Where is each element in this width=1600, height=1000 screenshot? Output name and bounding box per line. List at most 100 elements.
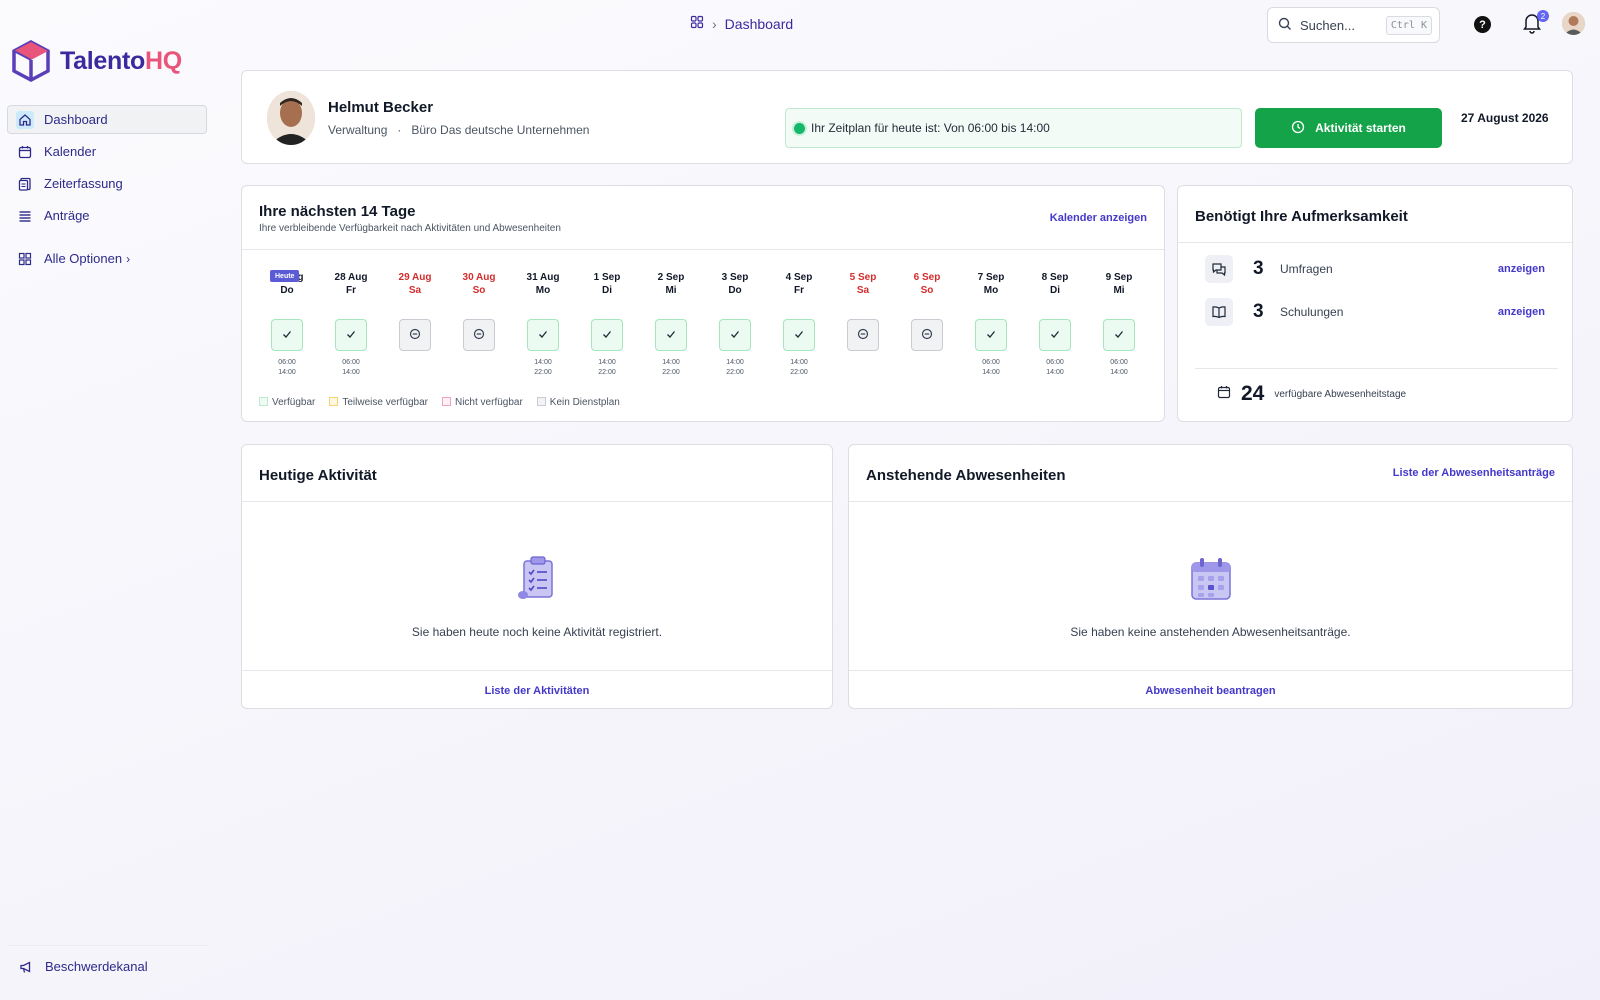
next-14-days-card: Ihre nächsten 14 Tage Ihre verbleibende … [241,185,1165,422]
day-weekday: Sa [856,285,870,296]
breadcrumb-current[interactable]: Dashboard [725,16,794,32]
shift-start: 14:00 [790,359,808,366]
sidebar-item-label: Kalender [44,144,97,159]
day-weekday: Mo [535,285,551,296]
sidebar: TalentoHQ Dashboard Kalender Zeiterfassu… [0,0,212,1000]
day-available-box[interactable] [975,319,1007,351]
day-available-box[interactable] [335,319,367,351]
day-no-roster-box[interactable] [847,319,879,351]
sidebar-item-dashboard[interactable]: Dashboard [7,105,207,134]
day-available-box[interactable] [783,319,815,351]
shift-start: 06:00 [1046,359,1064,366]
minus-circle-icon [473,328,485,343]
start-activity-button[interactable]: Aktivität starten [1255,108,1442,148]
day-shift-times: 06:00 14:00 [1027,358,1083,378]
day-shift-times: 14:00 22:00 [707,358,763,378]
help-icon[interactable]: ? [1474,16,1491,33]
status-dot-icon [794,122,805,134]
sidebar-item-zeiterfassung[interactable]: Zeiterfassung [7,169,207,198]
trainings-show-link[interactable]: anzeigen [1498,306,1545,318]
sidebar-nav: Dashboard Kalender Zeiterfassung Anträge [7,105,207,276]
surveys-show-link[interactable]: anzeigen [1498,263,1545,275]
shift-start: 06:00 [1110,359,1128,366]
day-available-box[interactable] [1103,319,1135,351]
profile-name: Helmut Becker [328,99,434,116]
surveys-label: Umfragen [1280,262,1333,276]
search-input[interactable]: Suchen... Ctrl K [1267,7,1440,43]
megaphone-icon [17,958,35,976]
meta-separator: · [397,123,402,137]
sidebar-item-antraege[interactable]: Anträge [7,201,207,230]
check-icon [537,328,549,343]
activity-list-link[interactable]: Liste der Aktivitäten [242,670,832,710]
home-icon [16,110,34,129]
legend-swatch-no-roster [536,397,546,406]
day-shift-times: 14:00 22:00 [579,358,635,378]
divider [1195,368,1558,369]
day-column: 28 Aug Fr [323,271,379,297]
today-badge: Heute [270,270,300,282]
upcoming-absences-card: Anstehende Abwesenheiten Liste der Abwes… [848,444,1573,709]
check-icon [1049,328,1061,343]
day-weekday: Mo [983,285,999,296]
day-column: 3 Sep Do [707,271,763,297]
legend-swatch-available [259,397,268,406]
minus-circle-icon [921,328,933,343]
day-shift-times: 14:00 22:00 [643,358,699,378]
empty-absences-text: Sie haben keine anstehenden Abwesenheits… [1070,625,1351,639]
sidebar-item-label: Zeiterfassung [44,176,123,191]
shift-start: 14:00 [726,359,744,366]
profile-card: Helmut Becker Verwaltung · Büro Das deut… [241,70,1573,164]
absence-requests-list-link[interactable]: Liste der Abwesenheitsanträge [1393,467,1555,479]
show-calendar-link[interactable]: Kalender anzeigen [1050,212,1147,224]
day-available-box[interactable] [719,319,751,351]
day-no-roster-box[interactable] [911,319,943,351]
list-icon [16,207,34,225]
day-column: 30 Aug So [451,271,507,297]
day-date: 9 Sep [1105,272,1133,283]
day-available-box[interactable] [655,319,687,351]
user-avatar[interactable] [1562,12,1585,35]
check-icon [1113,328,1125,343]
grid-icon [16,250,34,268]
day-no-roster-box[interactable] [463,319,495,351]
absence-days-label: verfügbare Abwesenheitstage [1274,388,1407,400]
shift-end: 22:00 [598,369,616,376]
day-date: 1 Sep [593,272,621,283]
shift-end: 22:00 [790,369,808,376]
availability-legend: Verfügbar Teilweise verfügbar Nicht verf… [259,397,620,408]
card-title: Benötigt Ihre Aufmerksamkeit [1195,208,1408,225]
day-weekday: Mi [665,285,677,296]
empty-activity-text: Sie haben heute noch keine Aktivität reg… [411,625,663,639]
surveys-row: 3 Umfragen anzeigen [1205,255,1545,283]
profile-avatar [267,91,315,145]
day-available-box[interactable] [527,319,559,351]
apps-grid-icon[interactable] [690,15,704,32]
search-shortcut: Ctrl K [1385,15,1432,35]
brand-logo[interactable]: TalentoHQ [12,40,182,82]
day-date: 5 Sep [849,272,877,283]
day-available-box[interactable] [1039,319,1071,351]
topbar: › Dashboard Suchen... Ctrl K ? 2 [212,0,1600,50]
day-weekday: So [920,285,934,296]
card-title: Ihre nächsten 14 Tage [259,203,416,220]
schedule-text: Ihr Zeitplan für heute ist: Von 06:00 bi… [811,121,1050,135]
shift-end: 14:00 [278,369,296,376]
profile-office: Büro Das deutsche Unternehmen [411,123,590,137]
shift-start: 14:00 [662,359,680,366]
today-date: 27 August 2026 [1461,111,1549,125]
sidebar-item-beschwerdekanal[interactable]: Beschwerdekanal [8,952,208,981]
chevron-right-icon: › [126,251,131,266]
check-icon [601,328,613,343]
sidebar-item-kalender[interactable]: Kalender [7,137,207,166]
shift-end: 14:00 [342,369,360,376]
minus-circle-icon [409,328,421,343]
request-absence-link[interactable]: Abwesenheit beantragen [849,670,1572,710]
day-no-roster-box[interactable] [399,319,431,351]
shift-start: 14:00 [598,359,616,366]
check-icon [281,328,293,343]
day-available-box[interactable] [591,319,623,351]
day-available-box[interactable] [271,319,303,351]
day-column: 1 Sep Di [579,271,635,297]
sidebar-all-options[interactable]: Alle Optionen › [7,244,207,273]
